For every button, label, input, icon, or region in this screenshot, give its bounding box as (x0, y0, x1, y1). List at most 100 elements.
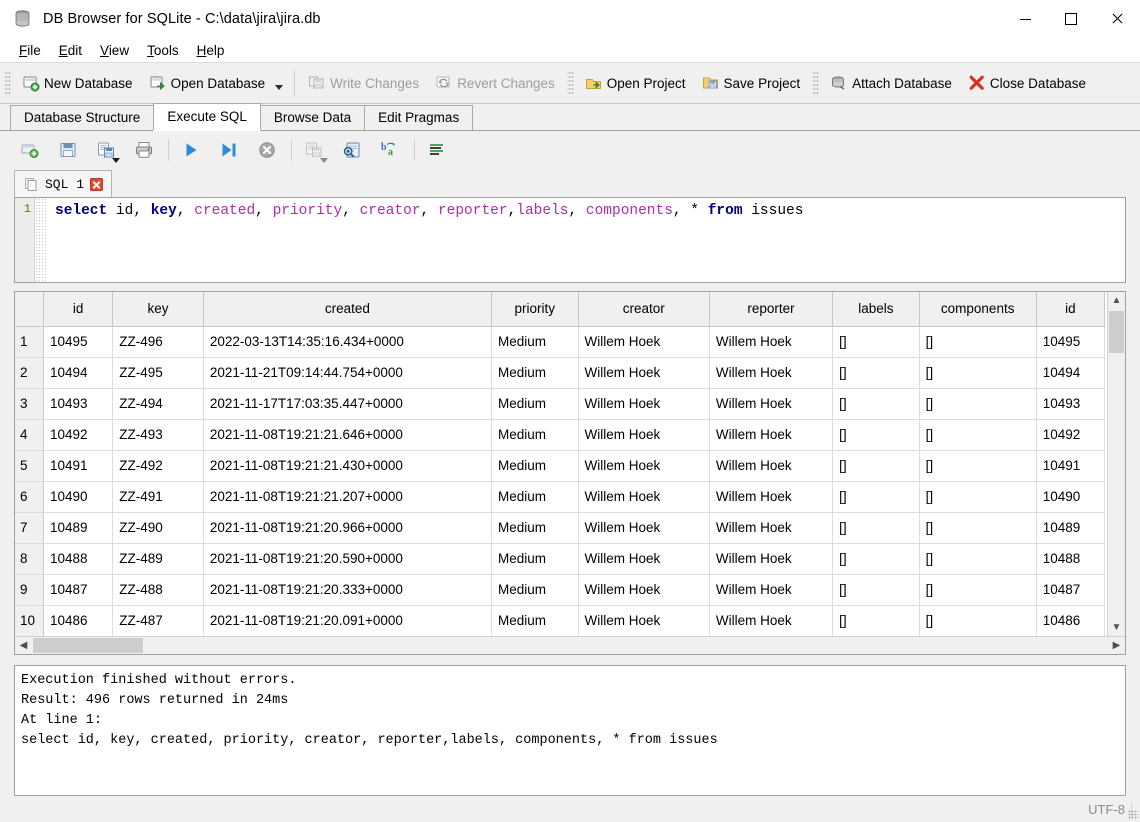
open-sql-file-button[interactable] (54, 136, 82, 164)
cell-created[interactable]: 2021-11-17T17:03:35.447+0000 (203, 388, 493, 420)
close-database-button[interactable]: Close Database (960, 68, 1094, 98)
chevron-down-icon[interactable]: ▼ (1108, 619, 1125, 636)
row-number[interactable]: 9 (15, 574, 44, 606)
cell-components[interactable]: [] (919, 357, 1037, 389)
cell-key[interactable]: ZZ-490 (112, 512, 204, 544)
cell-reporter[interactable]: Willem Hoek (709, 357, 834, 389)
save-sql-dropdown-icon[interactable] (112, 158, 120, 163)
toolbar-grip-2[interactable] (566, 70, 574, 96)
cell-key[interactable]: ZZ-494 (112, 388, 204, 420)
cell-components[interactable]: [] (919, 605, 1037, 636)
cell-created[interactable]: 2021-11-08T19:21:20.091+0000 (203, 605, 493, 636)
column-header-creator[interactable]: creator (578, 292, 710, 327)
column-header-key[interactable]: key (112, 292, 204, 327)
menu-help[interactable]: Help (188, 41, 234, 60)
row-number[interactable]: 2 (15, 357, 44, 389)
cell-created[interactable]: 2021-11-08T19:21:21.207+0000 (203, 481, 493, 513)
sql-code[interactable]: select id, key, created, priority, creat… (47, 198, 1125, 282)
revert-changes-button[interactable]: Revert Changes (427, 68, 563, 98)
cell-id[interactable]: 10493 (43, 388, 114, 420)
find-button[interactable] (338, 136, 366, 164)
cell-components[interactable]: [] (919, 388, 1037, 420)
row-number[interactable]: 10 (15, 605, 44, 636)
cell-id[interactable]: 10488 (43, 543, 114, 575)
cell-reporter[interactable]: Willem Hoek (709, 574, 834, 606)
cell-id[interactable]: 10489 (43, 512, 114, 544)
save-results-dropdown-icon[interactable] (320, 158, 328, 163)
cell-creator[interactable]: Willem Hoek (578, 357, 710, 389)
cell-creator[interactable]: Willem Hoek (578, 388, 710, 420)
tab-edit-pragmas[interactable]: Edit Pragmas (364, 105, 474, 130)
cell-created[interactable]: 2021-11-08T19:21:20.966+0000 (203, 512, 493, 544)
cell-id-2[interactable]: 10494 (1036, 357, 1106, 389)
cell-id-2[interactable]: 10488 (1036, 543, 1106, 575)
cell-id[interactable]: 10486 (43, 605, 114, 636)
column-header-reporter[interactable]: reporter (709, 292, 834, 327)
chevron-up-icon[interactable]: ▲ (1108, 292, 1125, 309)
cell-components[interactable]: [] (919, 481, 1037, 513)
cell-key[interactable]: ZZ-495 (112, 357, 204, 389)
row-number[interactable]: 4 (15, 419, 44, 451)
open-database-button[interactable]: Open Database (141, 68, 274, 98)
cell-priority[interactable]: Medium (491, 574, 579, 606)
cell-components[interactable]: [] (919, 543, 1037, 575)
cell-components[interactable]: [] (919, 419, 1037, 451)
attach-database-button[interactable]: Attach Database (822, 68, 960, 98)
cell-id[interactable]: 10491 (43, 450, 114, 482)
row-number[interactable]: 5 (15, 450, 44, 482)
row-number[interactable]: 6 (15, 481, 44, 513)
cell-reporter[interactable]: Willem Hoek (709, 388, 834, 420)
cell-reporter[interactable]: Willem Hoek (709, 326, 834, 358)
cell-priority[interactable]: Medium (491, 388, 579, 420)
save-results-button[interactable] (300, 136, 328, 164)
table-row[interactable]: 6 10490 ZZ-491 2021-11-08T19:21:21.207+0… (15, 481, 1106, 513)
toolbar-grip[interactable] (4, 70, 11, 96)
cell-reporter[interactable]: Willem Hoek (709, 605, 834, 636)
open-database-dropdown-icon[interactable] (275, 85, 284, 90)
new-database-button[interactable]: New Database (14, 68, 141, 98)
open-new-tab-button[interactable] (16, 136, 44, 164)
cell-labels[interactable]: [] (832, 450, 920, 482)
cell-key[interactable]: ZZ-489 (112, 543, 204, 575)
menu-file[interactable]: File (10, 41, 50, 60)
cell-created[interactable]: 2021-11-08T19:21:21.430+0000 (203, 450, 493, 482)
cell-priority[interactable]: Medium (491, 605, 579, 636)
results-vertical-scrollbar[interactable]: ▲ ▼ (1107, 292, 1125, 636)
row-number[interactable]: 3 (15, 388, 44, 420)
row-number[interactable]: 1 (15, 326, 44, 358)
execute-all-button[interactable] (177, 136, 205, 164)
cell-labels[interactable]: [] (832, 388, 920, 420)
close-window-button[interactable] (1094, 0, 1140, 38)
cell-key[interactable]: ZZ-493 (112, 419, 204, 451)
table-row[interactable]: 1 10495 ZZ-496 2022-03-13T14:35:16.434+0… (15, 326, 1106, 358)
cell-id[interactable]: 10492 (43, 419, 114, 451)
cell-key[interactable]: ZZ-496 (112, 326, 204, 358)
cell-creator[interactable]: Willem Hoek (578, 481, 710, 513)
cell-key[interactable]: ZZ-491 (112, 481, 204, 513)
vertical-scroll-thumb[interactable] (1109, 311, 1124, 353)
cell-created[interactable]: 2021-11-08T19:21:20.333+0000 (203, 574, 493, 606)
sql-editor[interactable]: 1 select id, key, created, priority, cre… (14, 197, 1126, 283)
tab-database-structure[interactable]: Database Structure (10, 105, 155, 130)
format-sql-button[interactable] (423, 136, 451, 164)
toolbar-grip-3[interactable] (812, 70, 820, 96)
cell-reporter[interactable]: Willem Hoek (709, 481, 834, 513)
table-corner-header[interactable] (15, 292, 44, 327)
table-row[interactable]: 8 10488 ZZ-489 2021-11-08T19:21:20.590+0… (15, 543, 1106, 575)
find-replace-button[interactable]: b a (376, 136, 404, 164)
cell-created[interactable]: 2021-11-21T09:14:44.754+0000 (203, 357, 493, 389)
table-row[interactable]: 10 10486 ZZ-487 2021-11-08T19:21:20.091+… (15, 605, 1106, 636)
stop-button[interactable] (253, 136, 281, 164)
cell-labels[interactable]: [] (832, 543, 920, 575)
cell-creator[interactable]: Willem Hoek (578, 512, 710, 544)
cell-priority[interactable]: Medium (491, 326, 579, 358)
tab-browse-data[interactable]: Browse Data (259, 105, 366, 130)
column-header-labels[interactable]: labels (832, 292, 920, 327)
cell-id-2[interactable]: 10487 (1036, 574, 1106, 606)
cell-labels[interactable]: [] (832, 419, 920, 451)
cell-id-2[interactable]: 10489 (1036, 512, 1106, 544)
cell-labels[interactable]: [] (832, 512, 920, 544)
cell-created[interactable]: 2021-11-08T19:21:20.590+0000 (203, 543, 493, 575)
cell-components[interactable]: [] (919, 574, 1037, 606)
cell-created[interactable]: 2021-11-08T19:21:21.646+0000 (203, 419, 493, 451)
